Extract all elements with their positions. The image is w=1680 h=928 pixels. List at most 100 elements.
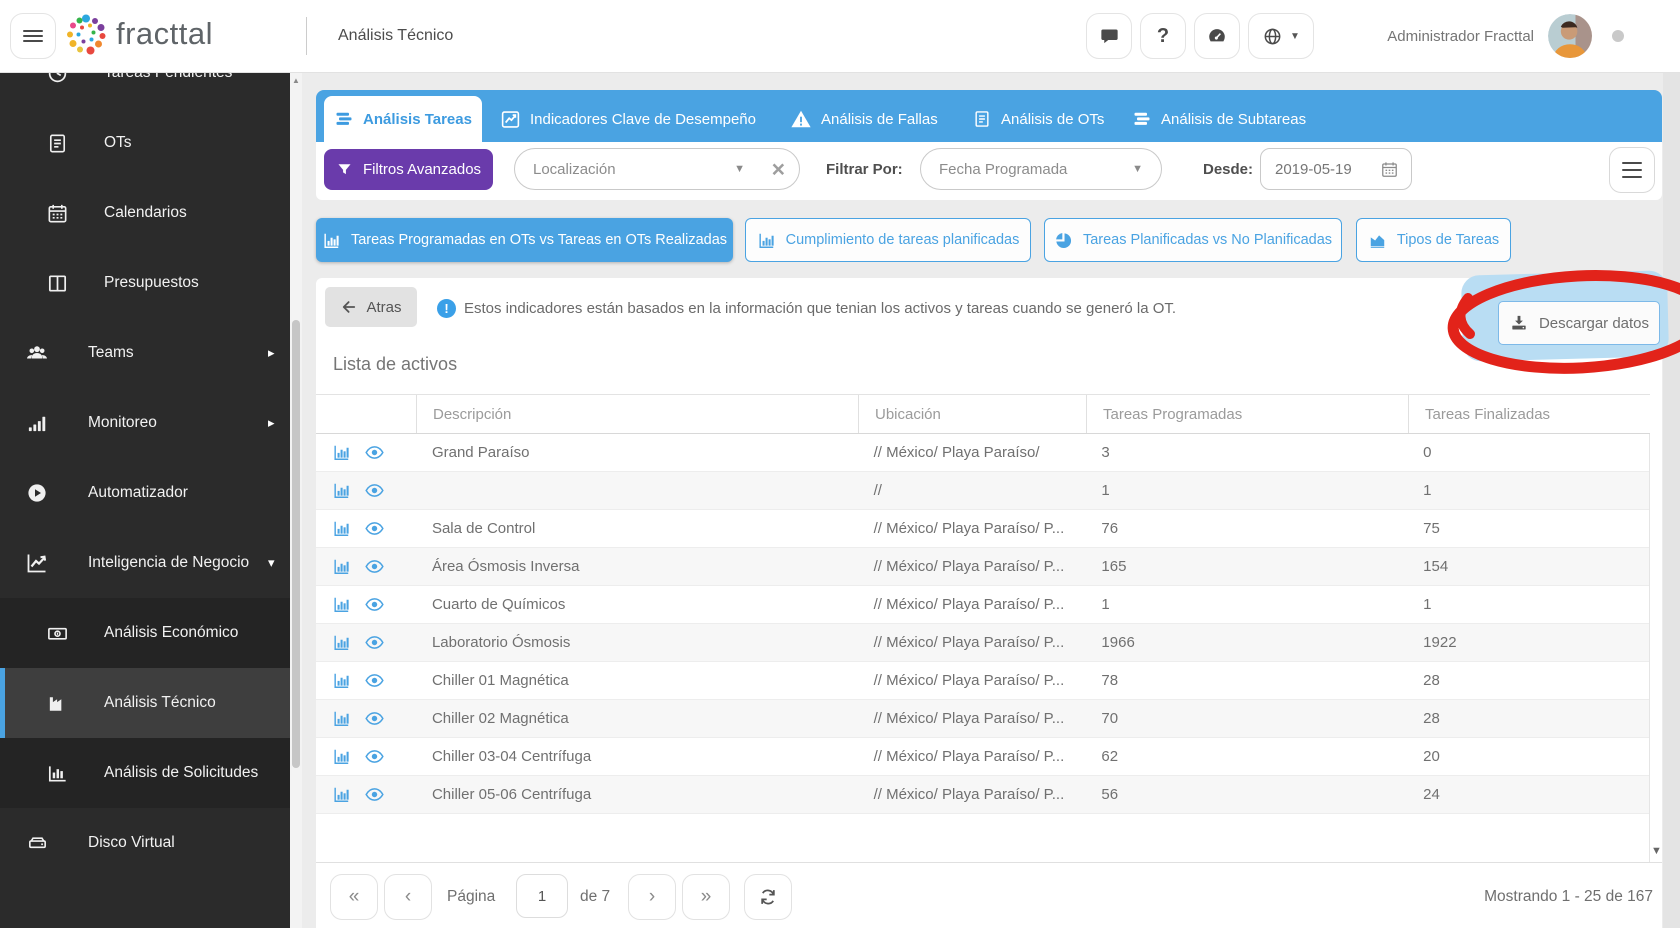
table-row[interactable]: Chiller 01 Magnética // México/ Playa Pa… xyxy=(316,662,1649,700)
download-icon xyxy=(1509,313,1529,333)
cell-tareas-programadas: 165 xyxy=(1101,558,1127,575)
row-chart-icon[interactable] xyxy=(332,443,351,462)
tab-indicadores-clave[interactable]: Indicadores Clave de Desempeño xyxy=(500,96,756,142)
table-row[interactable]: // 1 1 xyxy=(316,472,1649,510)
sidebar-item-tareas-pendientes[interactable]: Tareas Pendientes xyxy=(0,72,290,108)
table-row[interactable]: Laboratorio Ósmosis // México/ Playa Par… xyxy=(316,624,1649,662)
chart-button-tipos-de-tareas[interactable]: Tipos de Tareas xyxy=(1356,218,1511,262)
help-button[interactable]: ? xyxy=(1140,13,1186,59)
back-button[interactable]: Atras xyxy=(325,287,417,327)
cell-tareas-finalizadas: 1922 xyxy=(1423,634,1457,651)
user-name[interactable]: Administrador Fracttal xyxy=(1387,28,1534,45)
chart-button-planificadas-vs-no[interactable]: Tareas Planificadas vs No Planificadas xyxy=(1044,218,1342,262)
chat-button[interactable] xyxy=(1086,13,1132,59)
row-chart-icon[interactable] xyxy=(332,481,351,500)
header-divider xyxy=(306,17,307,55)
from-date-input[interactable]: 2019-05-19 xyxy=(1260,148,1412,190)
sidebar-item-analisis-tecnico[interactable]: Análisis Técnico xyxy=(0,668,290,738)
sidebar-item-calendarios[interactable]: Calendarios xyxy=(0,178,290,248)
chart-button-cumplimiento[interactable]: Cumplimiento de tareas planificadas xyxy=(745,218,1031,262)
sidebar-item-monitoreo[interactable]: Monitoreo ▸ xyxy=(0,388,290,458)
next-page-button[interactable]: › xyxy=(628,874,676,920)
filter-by-select[interactable]: Fecha Programada ▼ xyxy=(920,148,1162,190)
table-header: Descripción Ubicación Tareas Programadas… xyxy=(316,394,1650,434)
avatar[interactable] xyxy=(1548,14,1592,58)
sidebar-item-teams[interactable]: Teams ▸ xyxy=(0,318,290,388)
cell-tareas-programadas: 1 xyxy=(1101,482,1110,499)
cell-tareas-finalizadas: 28 xyxy=(1423,672,1440,689)
sidebar-item-analisis-de-solicitudes[interactable]: Análisis de Solicitudes xyxy=(0,738,290,808)
row-eye-icon[interactable] xyxy=(364,746,385,767)
row-eye-icon[interactable] xyxy=(364,784,385,805)
table-row[interactable]: Sala de Control // México/ Playa Paraíso… xyxy=(316,510,1649,548)
prev-page-button[interactable]: ‹ xyxy=(384,874,432,920)
advanced-filters-button[interactable]: Filtros Avanzados xyxy=(324,149,493,190)
row-eye-icon[interactable] xyxy=(364,556,385,577)
chevron-right-icon: ▸ xyxy=(268,345,275,360)
sidebar-item-automatizador[interactable]: Automatizador xyxy=(0,458,290,528)
cell-descripcion: Área Ósmosis Inversa xyxy=(431,558,580,575)
row-eye-icon[interactable] xyxy=(364,518,385,539)
row-chart-icon[interactable] xyxy=(332,633,351,652)
row-chart-icon[interactable] xyxy=(332,785,351,804)
showing-label: Mostrando 1 - 25 de 167 xyxy=(1484,888,1653,905)
tab-analisis-de-fallas[interactable]: Análisis de Fallas xyxy=(790,96,938,142)
refresh-button[interactable] xyxy=(744,874,792,920)
cell-ubicacion: // México/ Playa Paraíso/ P... xyxy=(873,634,1065,651)
dashboard-button[interactable] xyxy=(1194,13,1240,59)
localization-select[interactable]: Localización ▼ × xyxy=(514,148,800,190)
sidebar-item-disco-virtual[interactable]: Disco Virtual xyxy=(0,808,290,878)
table-row[interactable]: Grand Paraíso // México/ Playa Paraíso/ … xyxy=(316,434,1649,472)
first-page-button[interactable]: « xyxy=(330,874,378,920)
cell-tareas-finalizadas: 1 xyxy=(1423,596,1432,613)
language-button[interactable]: ▼ xyxy=(1248,13,1314,59)
row-chart-icon[interactable] xyxy=(332,595,351,614)
sidebar-item-presupuestos[interactable]: Presupuestos xyxy=(0,248,290,318)
sidebar-item-ots[interactable]: OTs xyxy=(0,108,290,178)
clear-filter-icon[interactable]: × xyxy=(772,153,785,185)
last-page-button[interactable]: » xyxy=(682,874,730,920)
row-eye-icon[interactable] xyxy=(364,442,385,463)
row-chart-icon[interactable] xyxy=(332,671,351,690)
list-options-button[interactable] xyxy=(1609,147,1655,193)
columns-icon xyxy=(42,272,72,295)
scroll-up-arrow-icon[interactable]: ▲ xyxy=(290,76,302,85)
stacked-bars-icon xyxy=(1132,109,1152,129)
page-scrollbar[interactable] xyxy=(1663,72,1680,928)
table-row[interactable]: Cuarto de Químicos // México/ Playa Para… xyxy=(316,586,1649,624)
warning-triangle-icon xyxy=(790,108,812,130)
table-scroll-down-icon[interactable]: ▼ xyxy=(1651,845,1662,857)
row-chart-icon[interactable] xyxy=(332,747,351,766)
sidebar-item-analisis-economico[interactable]: Análisis Económico xyxy=(0,598,290,668)
table-row[interactable]: Chiller 05-06 Centrífuga // México/ Play… xyxy=(316,776,1649,814)
cell-ubicacion: // México/ Playa Paraíso/ P... xyxy=(873,672,1065,689)
tab-analisis-de-subtareas[interactable]: Análisis de Subtareas xyxy=(1132,96,1306,142)
kpi-chart-icon xyxy=(500,109,521,130)
sidebar-item-inteligencia-de-negocio[interactable]: Inteligencia de Negocio ▾ xyxy=(0,528,290,598)
row-eye-icon[interactable] xyxy=(364,480,385,501)
tab-analisis-tareas[interactable]: Análisis Tareas xyxy=(324,96,482,142)
list-title: Lista de activos xyxy=(333,354,458,374)
area-chart-icon xyxy=(1368,231,1387,250)
caret-down-icon: ▼ xyxy=(1290,30,1300,42)
table-row[interactable]: Área Ósmosis Inversa // México/ Playa Pa… xyxy=(316,548,1649,586)
page-input[interactable] xyxy=(516,874,568,918)
row-eye-icon[interactable] xyxy=(364,594,385,615)
table-row[interactable]: Chiller 03-04 Centrífuga // México/ Play… xyxy=(316,738,1649,776)
table-row[interactable]: Chiller 02 Magnética // México/ Playa Pa… xyxy=(316,700,1649,738)
page-title: Análisis Técnico xyxy=(338,27,454,44)
sidebar-scrollbar[interactable]: ▲ xyxy=(290,72,302,928)
row-chart-icon[interactable] xyxy=(332,557,351,576)
row-chart-icon[interactable] xyxy=(332,709,351,728)
row-eye-icon[interactable] xyxy=(364,632,385,653)
chart-button-programadas-vs-realizadas[interactable]: Tareas Programadas en OTs vs Tareas en O… xyxy=(316,218,733,262)
row-eye-icon[interactable] xyxy=(364,670,385,691)
tab-analisis-de-ots[interactable]: Análisis de OTs xyxy=(972,96,1104,142)
hamburger-menu-button[interactable] xyxy=(10,13,56,59)
fracttal-logo-icon[interactable] xyxy=(62,12,110,60)
row-chart-icon[interactable] xyxy=(332,519,351,538)
sidebar-scrollbar-thumb[interactable] xyxy=(292,320,300,768)
calendar-icon[interactable] xyxy=(1380,160,1399,179)
row-eye-icon[interactable] xyxy=(364,708,385,729)
download-data-button[interactable]: Descargar datos xyxy=(1498,301,1660,345)
